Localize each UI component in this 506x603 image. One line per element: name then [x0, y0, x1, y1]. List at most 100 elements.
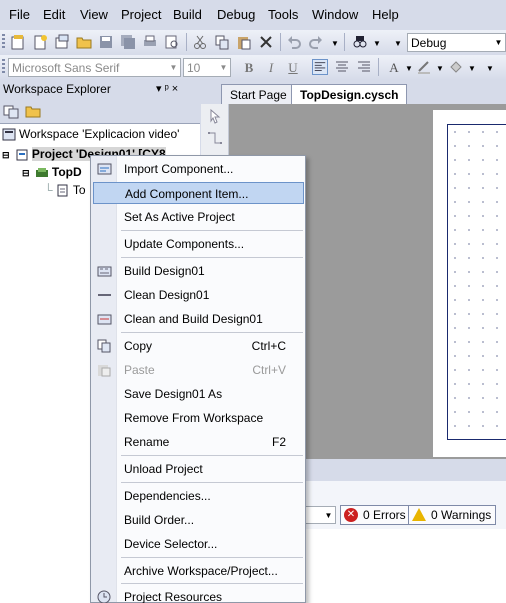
- format-toolbar: Microsoft Sans Serif ▼ 10 ▼ B I U A ▼ ▼ …: [0, 55, 506, 80]
- menu-item-add-component-item[interactable]: Add Component Item...: [93, 182, 304, 204]
- menu-item-archive-workspace-project[interactable]: Archive Workspace/Project...: [93, 560, 304, 582]
- font-name-select[interactable]: Microsoft Sans Serif ▼: [8, 58, 181, 77]
- menu-view[interactable]: View: [80, 7, 108, 22]
- menu-help[interactable]: Help: [372, 7, 399, 22]
- print-preview-icon[interactable]: [164, 34, 180, 50]
- menu-item-label: Import Component...: [124, 162, 234, 176]
- menu-item-remove-from-workspace[interactable]: Remove From Workspace: [93, 407, 304, 429]
- menu-debug[interactable]: Debug: [217, 7, 255, 22]
- collapse-icon[interactable]: ⊟: [2, 150, 10, 160]
- collapse-icon[interactable]: ⊟: [22, 168, 30, 178]
- align-right-icon[interactable]: [356, 59, 372, 75]
- menu-project[interactable]: Project: [121, 7, 161, 22]
- schematic-canvas[interactable]: [433, 110, 506, 457]
- toolbar-grip[interactable]: [2, 59, 5, 75]
- menu-tools[interactable]: Tools: [268, 7, 298, 22]
- menu-item-update-components[interactable]: Update Components...: [93, 233, 304, 255]
- menu-item-clean-design01[interactable]: Clean Design01: [93, 284, 304, 306]
- fill-color-icon[interactable]: [448, 59, 464, 75]
- pointer-tool-icon[interactable]: [207, 108, 223, 124]
- copy-toolbar-icon[interactable]: [214, 34, 230, 50]
- menu-separator: [121, 332, 303, 333]
- toolbar-separator: [280, 33, 281, 51]
- tab-start-page[interactable]: Start Page: [221, 84, 296, 104]
- menu-item-unload-project[interactable]: Unload Project: [93, 458, 304, 480]
- redo-icon[interactable]: [308, 34, 324, 50]
- toolbar-grip[interactable]: [2, 34, 5, 50]
- schematic-frame: [447, 124, 506, 440]
- underline-button[interactable]: U: [284, 59, 302, 76]
- line-color-icon[interactable]: [416, 59, 432, 75]
- configuration-value: Debug: [411, 36, 447, 50]
- print-icon[interactable]: [142, 34, 158, 50]
- toolbar-separator: [378, 58, 379, 76]
- menu-build[interactable]: Build: [173, 7, 202, 22]
- error-icon: ✕: [344, 508, 358, 522]
- menu-item-label: Set As Active Project: [124, 210, 235, 224]
- chevron-down-icon: ▼: [219, 63, 228, 72]
- align-left-icon[interactable]: [312, 59, 328, 75]
- menu-item-paste[interactable]: Paste Ctrl+V: [93, 359, 304, 381]
- font-color-icon[interactable]: A: [385, 59, 403, 76]
- warnings-filter-button[interactable]: 0 Warnings: [408, 505, 497, 525]
- open-folder-icon[interactable]: [76, 34, 92, 50]
- cut-icon[interactable]: [192, 34, 208, 50]
- workspace-explorer-title: Workspace Explorer: [3, 82, 111, 96]
- import-icon: [97, 163, 112, 175]
- find-dropdown-icon[interactable]: ▼: [373, 39, 381, 48]
- menu-separator: [121, 583, 303, 584]
- toolbar-separator: [344, 33, 345, 51]
- menu-item-import-component[interactable]: Import Component...: [93, 158, 304, 180]
- menu-item-clean-and-build-design01[interactable]: Clean and Build Design01: [93, 308, 304, 330]
- find-icon[interactable]: [352, 34, 368, 50]
- menu-item-build-design01[interactable]: Build Design01: [93, 260, 304, 282]
- add-item-icon[interactable]: [54, 34, 70, 50]
- toolbar-overflow-icon[interactable]: ▼: [394, 39, 402, 48]
- errors-filter-button[interactable]: ✕ 0 Errors: [340, 505, 411, 525]
- menu-item-label: Build Order...: [124, 513, 195, 527]
- tree-item-file[interactable]: └ To: [44, 183, 86, 197]
- save-icon[interactable]: [98, 34, 114, 50]
- menu-item-label: Clean and Build Design01: [124, 312, 263, 326]
- new-project-icon[interactable]: [10, 34, 26, 50]
- font-color-dropdown-icon[interactable]: ▼: [405, 64, 413, 73]
- tree-item-workspace[interactable]: Workspace 'Explicacion video': [2, 127, 179, 141]
- align-center-icon[interactable]: [334, 59, 350, 75]
- workspace-properties-icon[interactable]: [3, 103, 19, 119]
- menu-edit[interactable]: Edit: [43, 7, 65, 22]
- bold-button[interactable]: B: [240, 59, 258, 76]
- menu-item-copy[interactable]: Copy Ctrl+C: [93, 335, 304, 357]
- tree-item-schematic[interactable]: ⊟ TopD: [22, 165, 82, 179]
- menu-item-build-order[interactable]: Build Order...: [93, 509, 304, 531]
- menu-file[interactable]: File: [9, 7, 30, 22]
- fill-color-dropdown-icon[interactable]: ▼: [468, 64, 476, 73]
- tree-label-schematic: TopD: [51, 165, 82, 179]
- menu-item-project-resources[interactable]: Project Resources: [93, 586, 304, 603]
- redo-dropdown-icon[interactable]: ▼: [331, 39, 339, 48]
- wire-tool-icon[interactable]: [207, 130, 223, 146]
- pin-controls[interactable]: ▾ ᵖ ×: [156, 82, 178, 95]
- errors-label: 0 Errors: [363, 508, 406, 522]
- configuration-select[interactable]: Debug ▼: [407, 33, 506, 52]
- chevron-down-icon: ▼: [494, 38, 503, 47]
- tab-topdesign[interactable]: TopDesign.cysch: [291, 84, 408, 104]
- delete-icon[interactable]: [258, 34, 274, 50]
- menu-item-save-design01-as[interactable]: Save Design01 As: [93, 383, 304, 405]
- line-color-dropdown-icon[interactable]: ▼: [436, 64, 444, 73]
- menu-item-rename[interactable]: Rename F2: [93, 431, 304, 453]
- paste-toolbar-icon[interactable]: [236, 34, 252, 50]
- undo-icon[interactable]: [286, 34, 302, 50]
- font-size-select[interactable]: 10 ▼: [183, 58, 231, 77]
- save-all-icon[interactable]: [120, 34, 136, 50]
- menu-window[interactable]: Window: [312, 7, 358, 22]
- menu-item-dependencies[interactable]: Dependencies...: [93, 485, 304, 507]
- toolbar-overflow-icon[interactable]: ▼: [486, 64, 494, 73]
- menu-item-device-selector[interactable]: Device Selector...: [93, 533, 304, 555]
- toolbar-separator: [186, 33, 187, 51]
- italic-button[interactable]: I: [262, 59, 280, 76]
- menu-item-set-as-active-project[interactable]: Set As Active Project: [93, 206, 304, 228]
- new-file-icon[interactable]: [32, 34, 48, 50]
- menu-item-label: Rename: [124, 435, 170, 449]
- workspace-folder-icon[interactable]: [25, 103, 41, 119]
- document-tabstrip: Start Page TopDesign.cysch: [201, 80, 506, 104]
